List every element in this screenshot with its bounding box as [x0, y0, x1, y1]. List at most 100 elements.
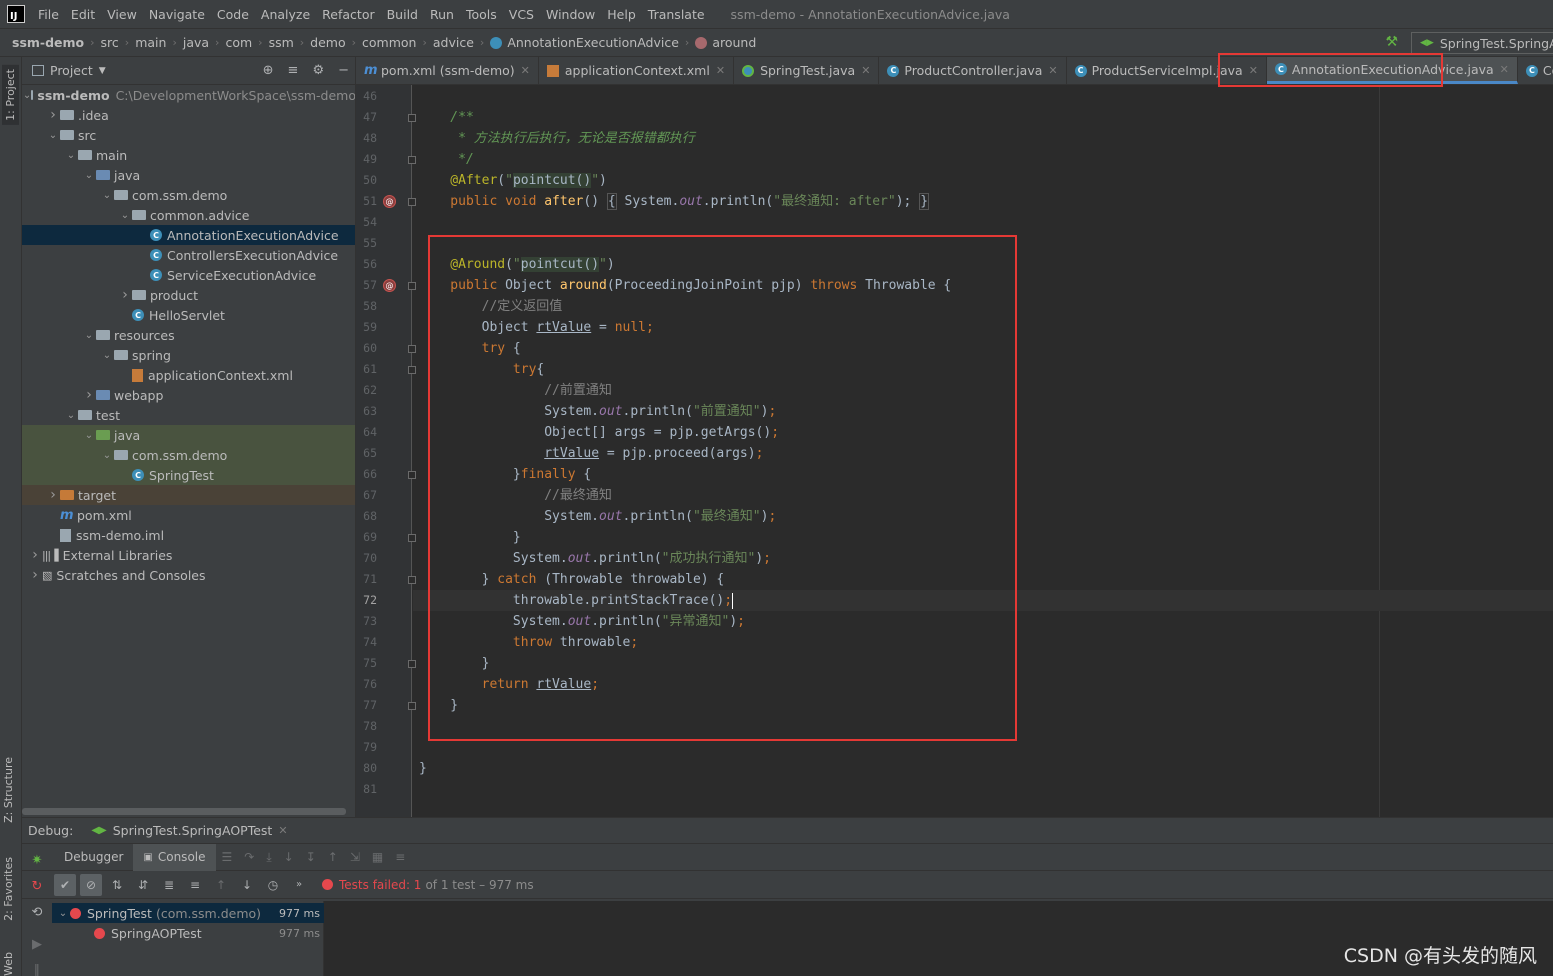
breadcrumb-item[interactable]: common	[362, 35, 416, 50]
tree-item-com-ssm-demo[interactable]: ⌄ com.ssm.demo	[22, 445, 355, 465]
tree-item-springtest[interactable]: C SpringTest	[22, 465, 355, 485]
code-line[interactable]: }finally {	[419, 464, 591, 485]
show-execution-point-icon[interactable]: ↷	[244, 850, 254, 864]
favorites-tool-window-tab[interactable]: 2: Favorites	[2, 857, 15, 921]
tree-item-com-ssm-demo[interactable]: ⌄ com.ssm.demo	[22, 185, 355, 205]
tree-item-test[interactable]: ⌄ test	[22, 405, 355, 425]
code-line[interactable]: * 方法执行后执行，无论是否报错都执行	[419, 128, 695, 149]
menu-item-help[interactable]: Help	[601, 7, 642, 22]
code-line[interactable]: System.out.println("成功执行通知");	[419, 548, 771, 569]
menu-item-file[interactable]: File	[32, 7, 65, 22]
debug-bug-icon[interactable]: ✷	[29, 852, 45, 868]
fold-toggle-icon[interactable]	[408, 198, 416, 206]
tree-item-controllersexecutionadvice[interactable]: C ControllersExecutionAdvice	[22, 245, 355, 265]
tree-item-main[interactable]: ⌄ main	[22, 145, 355, 165]
expand-all-icon[interactable]: ≣	[158, 874, 180, 896]
tree-item-spring[interactable]: ⌄ spring	[22, 345, 355, 365]
code-line[interactable]: @After("pointcut()")	[419, 170, 607, 191]
test-result-row[interactable]: ⌄ SpringTest (com.ssm.demo) 977 ms	[52, 903, 324, 923]
chevron-right-icon[interactable]: ›	[28, 547, 42, 563]
gear-icon[interactable]: ⚙	[312, 63, 324, 78]
editor-tab[interactable]: C ProductController.java ✕	[879, 57, 1067, 84]
structure-tool-window-tab[interactable]: Z: Structure	[2, 757, 15, 823]
chevron-down-icon[interactable]: ⌄	[64, 410, 78, 421]
editor-tab[interactable]: C ControllersExecu	[1518, 57, 1553, 84]
chevron-down-icon[interactable]: ⌄	[64, 150, 78, 161]
breadcrumb-item[interactable]: demo	[310, 35, 345, 50]
debug-session-tab[interactable]: ◀▶ SpringTest.SpringAOPTest ✕	[91, 823, 287, 838]
chevron-right-icon[interactable]: ›	[28, 567, 42, 583]
trace-icon[interactable]: ≡	[395, 850, 405, 864]
resume-icon[interactable]: ▶	[29, 936, 45, 952]
tree-item-scratches-and-consoles[interactable]: › ▧ Scratches and Consoles	[22, 565, 355, 585]
tree-item--idea[interactable]: › .idea	[22, 105, 355, 125]
menu-icon[interactable]: ☰	[222, 850, 233, 864]
close-icon[interactable]: ✕	[278, 824, 287, 837]
advice-method-icon[interactable]: @	[383, 195, 396, 208]
menu-item-run[interactable]: Run	[424, 7, 460, 22]
menu-item-analyze[interactable]: Analyze	[255, 7, 316, 22]
collapse-all-icon[interactable]: ≡	[288, 63, 299, 78]
tree-item-applicationcontext-xml[interactable]: applicationContext.xml	[22, 365, 355, 385]
code-line[interactable]: try{	[419, 359, 544, 380]
code-line[interactable]: System.out.println("异常通知");	[419, 611, 745, 632]
chevron-down-icon[interactable]: ⌄	[100, 350, 114, 361]
project-view-selector[interactable]: Project	[50, 63, 93, 78]
rerun-failed-icon[interactable]: ↻	[29, 878, 45, 894]
editor-tab[interactable]: C ProductServiceImpl.java ✕	[1067, 57, 1267, 84]
menu-item-view[interactable]: View	[101, 7, 143, 22]
fold-toggle-icon[interactable]	[408, 282, 416, 290]
menu-item-navigate[interactable]: Navigate	[143, 7, 211, 22]
chevron-down-icon[interactable]: ⌄	[56, 908, 70, 919]
project-horizontal-scrollbar[interactable]	[22, 808, 346, 815]
tree-item-ssm-demo[interactable]: ⌄ ssm-demo C:\DevelopmentWorkSpace\ssm-dem…	[22, 85, 355, 105]
chevron-right-icon[interactable]: ›	[46, 107, 60, 123]
tree-item-external-libraries[interactable]: › |||▐ External Libraries	[22, 545, 355, 565]
close-icon[interactable]: ✕	[861, 64, 870, 77]
code-line[interactable]: */	[419, 149, 474, 170]
code-line[interactable]: throw throwable;	[419, 632, 638, 653]
breadcrumb-item[interactable]: ssm-demo	[12, 35, 84, 50]
chevron-down-icon[interactable]: ▼	[99, 66, 106, 76]
code-line[interactable]: System.out.println("最终通知");	[419, 506, 776, 527]
code-line[interactable]: try {	[419, 338, 521, 359]
force-step-into-icon[interactable]: ↧	[306, 850, 316, 864]
locate-icon[interactable]: ⊕	[263, 63, 274, 78]
menu-item-edit[interactable]: Edit	[65, 7, 101, 22]
run-to-cursor-icon[interactable]: ⇲	[350, 850, 360, 864]
code-line[interactable]: public Object around(ProceedingJoinPoint…	[419, 275, 951, 296]
close-icon[interactable]: ✕	[1500, 63, 1509, 76]
code-line[interactable]: //前置通知	[419, 380, 612, 401]
code-line[interactable]: }	[419, 695, 458, 716]
chevron-right-icon[interactable]: ›	[118, 287, 132, 303]
menu-item-tools[interactable]: Tools	[460, 7, 503, 22]
tab-debugger[interactable]: Debugger	[54, 844, 133, 871]
close-icon[interactable]: ✕	[521, 64, 530, 77]
collapse-all-icon[interactable]: ≡	[184, 874, 206, 896]
chevron-down-icon[interactable]: ⌄	[82, 170, 96, 181]
breadcrumb-item[interactable]: main	[135, 35, 166, 50]
chevron-down-icon[interactable]: ⌄	[82, 330, 96, 341]
tab-console[interactable]: ▣ Console	[133, 843, 216, 871]
code-line[interactable]: } catch (Throwable throwable) {	[419, 569, 725, 590]
breadcrumb-item[interactable]: java	[183, 35, 209, 50]
fold-toggle-icon[interactable]	[408, 345, 416, 353]
tree-item-webapp[interactable]: › webapp	[22, 385, 355, 405]
chevron-down-icon[interactable]: ⌄	[100, 190, 114, 201]
sort-alpha-icon[interactable]: ⇅	[106, 874, 128, 896]
tree-item-java[interactable]: ⌄ java	[22, 425, 355, 445]
code-line[interactable]: rtValue = pjp.proceed(args);	[419, 443, 763, 464]
sort-duration-icon[interactable]: ⇵	[132, 874, 154, 896]
run-configuration-selector[interactable]: ◀▶ SpringTest.SpringAOPTest	[1411, 32, 1553, 54]
code-line[interactable]: Object[] args = pjp.getArgs();	[419, 422, 779, 443]
editor-tab[interactable]: m pom.xml (ssm-demo) ✕	[356, 57, 539, 84]
tree-item-pom-xml[interactable]: m pom.xml	[22, 505, 355, 525]
tree-item-serviceexecutionadvice[interactable]: C ServiceExecutionAdvice	[22, 265, 355, 285]
breadcrumb-item[interactable]: around	[695, 35, 756, 50]
code-line[interactable]: }	[419, 758, 427, 779]
close-icon[interactable]: ✕	[1249, 64, 1258, 77]
fold-toggle-icon[interactable]	[408, 366, 416, 374]
tree-item-annotationexecutionadvice[interactable]: C AnnotationExecutionAdvice	[22, 225, 355, 245]
code-line[interactable]: Object rtValue = null;	[419, 317, 654, 338]
evaluate-icon[interactable]: ▦	[372, 850, 383, 864]
